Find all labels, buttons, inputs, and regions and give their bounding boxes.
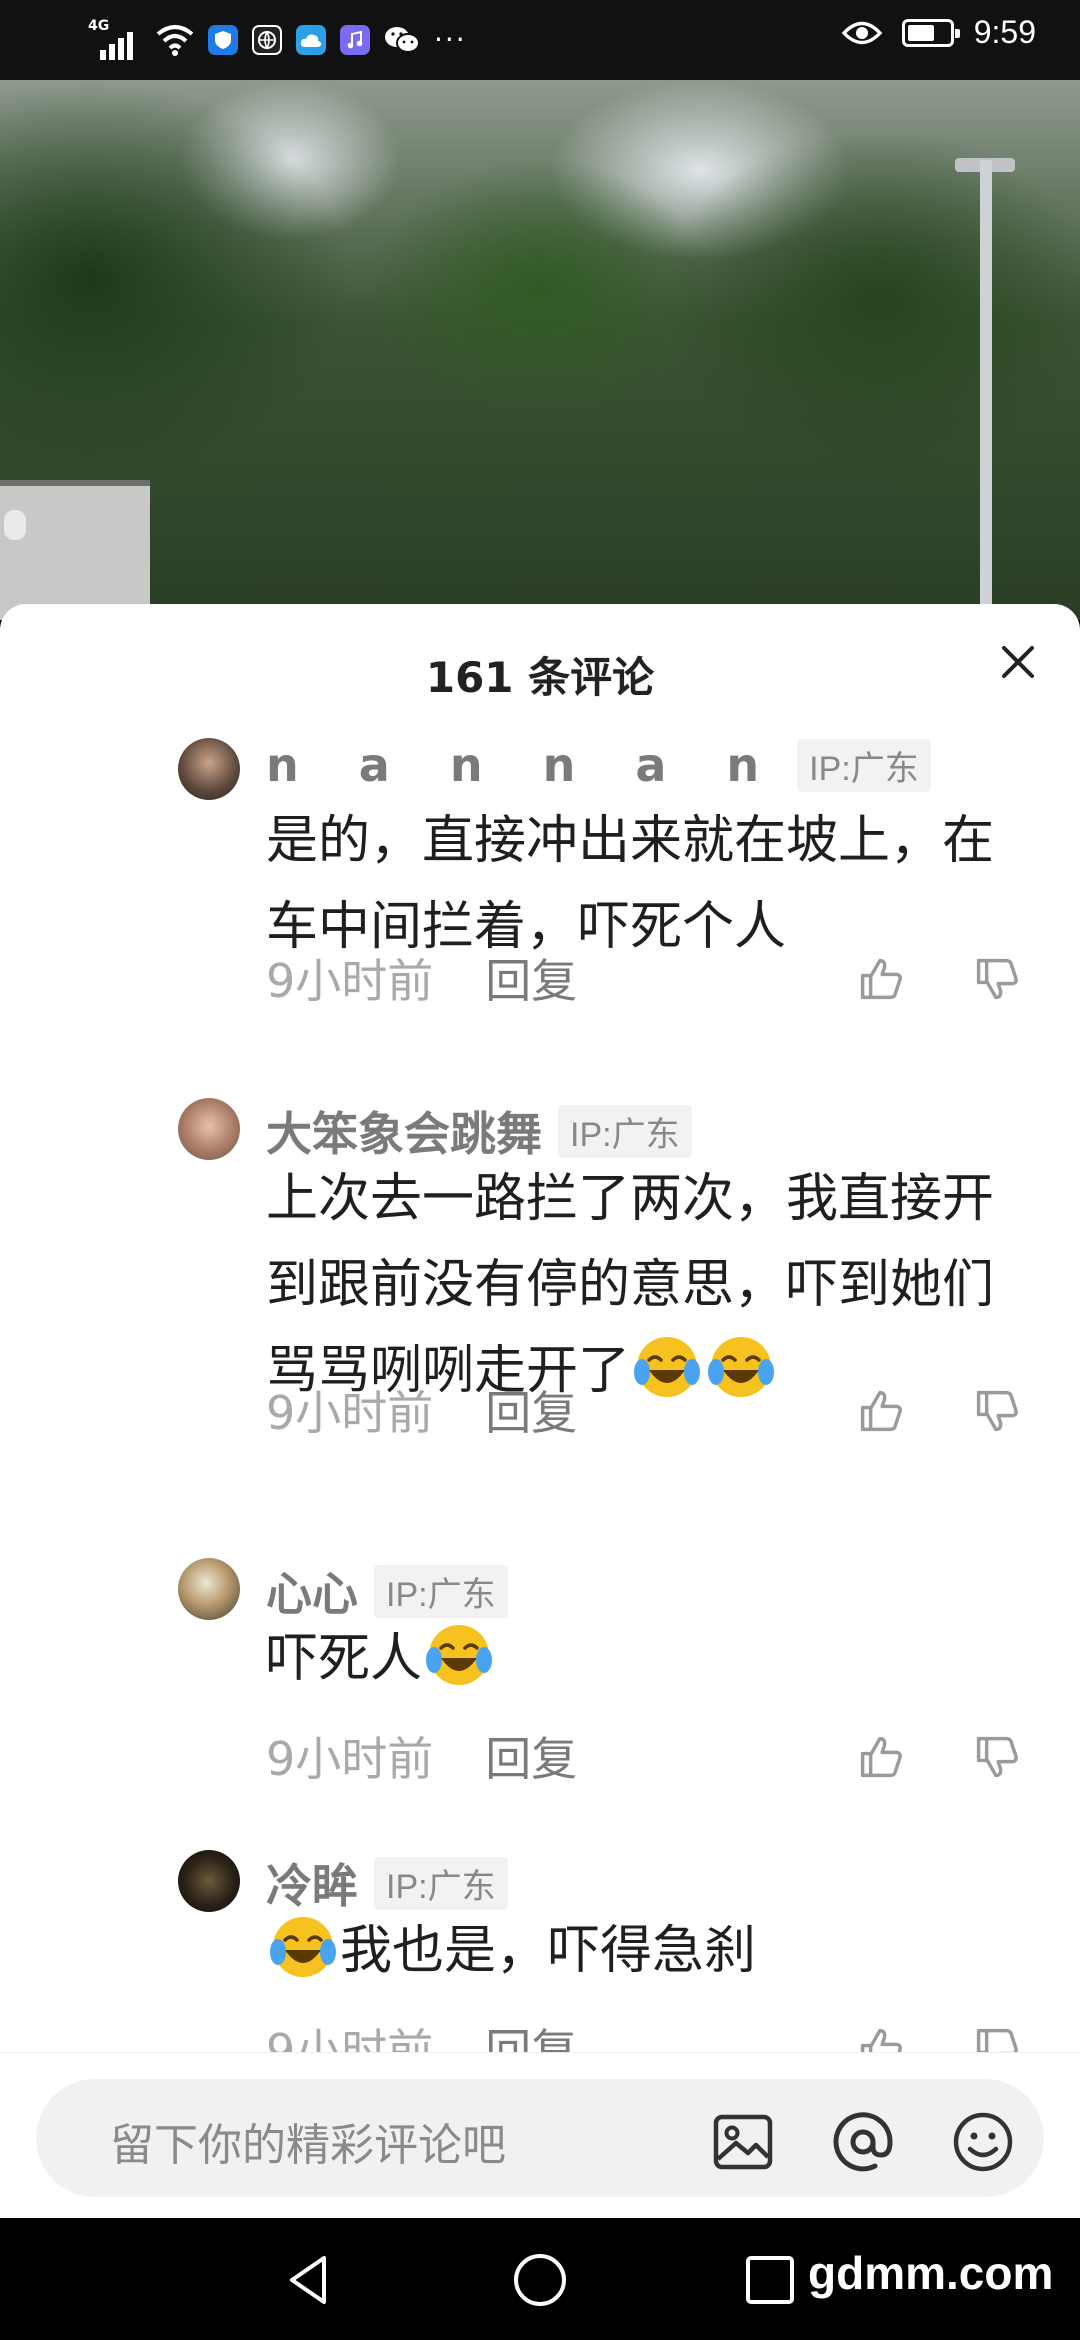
like-icon[interactable] [858, 1388, 904, 1434]
avatar[interactable] [178, 1098, 240, 1160]
avatar[interactable] [178, 1558, 240, 1620]
comment-header: n a n n a n IP:广东 [266, 738, 931, 792]
comment-meta: 9小时前 回复 [266, 948, 1036, 1008]
emoji-icon[interactable] [950, 2109, 1016, 2175]
comment-input[interactable]: 留下你的精彩评论吧 [36, 2079, 1044, 2197]
comment-text-content: 我也是，吓得急刹 [340, 1921, 757, 1981]
comment-text-content: 上次去一路拦了两次，我直接开到跟前没有停的意思，吓到她们骂骂咧咧走开了 [266, 1169, 995, 1401]
reply-button[interactable]: 回复 [485, 1723, 577, 1789]
recents-icon[interactable] [740, 2250, 800, 2310]
system-nav-bar: gdmm.com [0, 2218, 1080, 2340]
home-icon[interactable] [510, 2250, 570, 2310]
laugh-cry-emoji-icon [426, 1625, 493, 1685]
music-app-icon [340, 25, 370, 55]
laugh-cry-emoji-icon [270, 1917, 336, 1977]
avatar[interactable] [178, 1850, 240, 1912]
comment-text: 上次去一路拦了两次，我直接开到跟前没有停的意思，吓到她们骂骂咧咧走开了 [266, 1156, 1036, 1414]
comment-item: 大笨象会跳舞 IP:广东 上次去一路拦了两次，我直接开到跟前没有停的意思，吓到她… [0, 1098, 1080, 1528]
comment-meta: 9小时前 回复 [266, 2018, 1036, 2052]
comment-header: 冷眸 IP:广东 [266, 1850, 508, 1916]
building [0, 480, 150, 620]
comment-text: 吓死人 [266, 1616, 1036, 1702]
status-right-icons: 9:59 [841, 14, 1036, 51]
comment-ip-location: IP:广东 [558, 1104, 692, 1158]
watermark: gdmm.com [808, 2247, 1054, 2299]
close-icon [1002, 646, 1034, 678]
dislike-icon[interactable] [974, 956, 1020, 1002]
lamp-post [980, 160, 992, 620]
comment-nickname[interactable]: 心心 [266, 1558, 358, 1624]
weather-app-icon [296, 25, 326, 55]
shield-app-icon [208, 25, 238, 55]
dislike-icon[interactable] [974, 2026, 1020, 2052]
reply-button[interactable]: 回复 [485, 1377, 577, 1443]
video-background[interactable] [0, 80, 1080, 620]
comment-text: 我也是，吓得急刹 [266, 1908, 1036, 1994]
browser-app-icon [252, 25, 282, 55]
comment-item: 冷眸 IP:广东 我也是，吓得急刹 9小时前 回复 [0, 1850, 1080, 2052]
reply-button[interactable]: 回复 [485, 2015, 577, 2052]
image-icon[interactable] [710, 2109, 776, 2175]
clock: 9:59 [973, 14, 1036, 50]
comment-ip-location: IP:广东 [797, 738, 931, 792]
comment-input-bar: 留下你的精彩评论吧 [0, 2052, 1080, 2218]
mention-icon[interactable] [830, 2109, 896, 2175]
comment-item: 心心 IP:广东 吓死人 9小时前 回复 [0, 1558, 1080, 1818]
comment-time: 9小时前 [266, 1732, 434, 1786]
signal-icon: 4G [88, 18, 142, 62]
comment-nickname[interactable]: 大笨象会跳舞 [266, 1098, 542, 1164]
like-icon[interactable] [858, 1734, 904, 1780]
comment-time: 9小时前 [266, 1386, 434, 1440]
battery-icon [901, 18, 960, 47]
comments-sheet: 161 条评论 n a n n a n IP:广东 是的，直接冲出来就在坡上，在… [0, 604, 1080, 2218]
back-icon[interactable] [280, 2250, 340, 2310]
like-icon[interactable] [858, 956, 904, 1002]
comments-list[interactable]: n a n n a n IP:广东 是的，直接冲出来就在坡上，在车中间拦着，吓死… [0, 730, 1080, 2052]
comment-meta: 9小时前 回复 [266, 1380, 1036, 1440]
comment-meta: 9小时前 回复 [266, 1726, 1036, 1786]
comment-ip-location: IP:广东 [374, 1856, 508, 1910]
status-left-icons: 4G ··· [88, 18, 467, 62]
comment-time: 9小时前 [266, 2024, 434, 2052]
comment-nickname[interactable]: 冷眸 [266, 1850, 358, 1916]
comments-count-title: 161 条评论 [425, 653, 655, 702]
comment-header: 心心 IP:广东 [266, 1558, 508, 1624]
eye-icon [841, 21, 882, 44]
comment-header: 大笨象会跳舞 IP:广东 [266, 1098, 692, 1164]
reply-button[interactable]: 回复 [485, 945, 577, 1011]
like-icon[interactable] [858, 2026, 904, 2052]
avatar[interactable] [178, 738, 240, 800]
more-icon: ··· [434, 23, 467, 56]
comment-text-content: 吓死人 [266, 1629, 423, 1689]
comment-time: 9小时前 [266, 954, 434, 1008]
comment-item: n a n n a n IP:广东 是的，直接冲出来就在坡上，在车中间拦着，吓死… [0, 730, 1080, 1070]
status-bar: 4G ··· 9:59 [0, 0, 1080, 80]
dislike-icon[interactable] [974, 1388, 1020, 1434]
wechat-icon [385, 27, 420, 53]
comment-nickname[interactable]: n a n n a n [266, 738, 781, 792]
comment-ip-location: IP:广东 [374, 1564, 508, 1618]
security-camera [4, 510, 26, 540]
wifi-icon [156, 25, 194, 56]
close-button[interactable] [994, 638, 1042, 686]
dislike-icon[interactable] [974, 1734, 1020, 1780]
comment-input-placeholder: 留下你的精彩评论吧 [110, 2120, 506, 2171]
